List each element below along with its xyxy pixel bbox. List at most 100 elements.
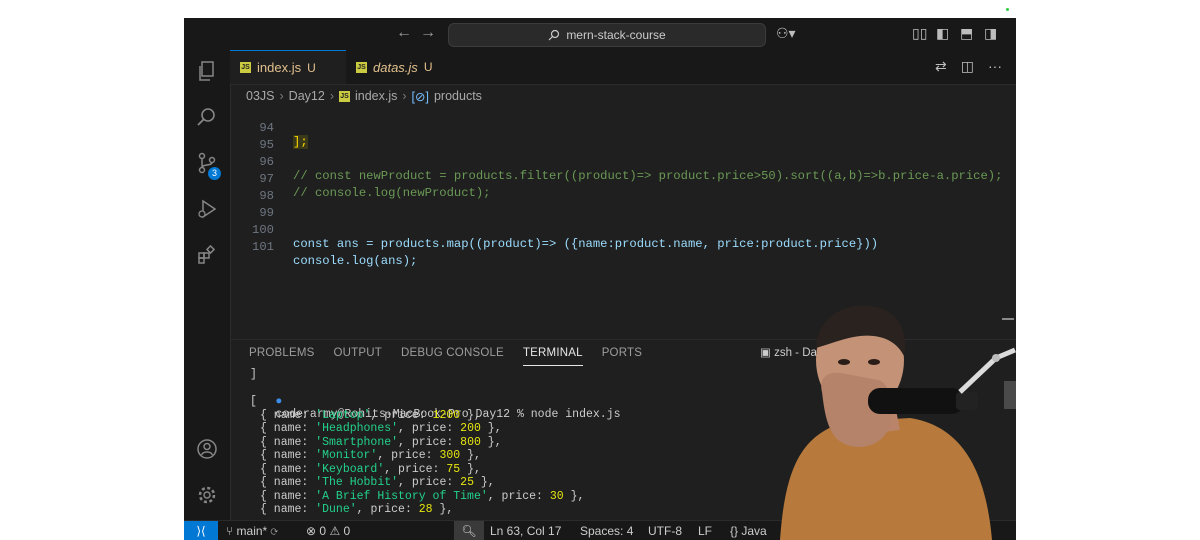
remote-indicator-icon[interactable]: ⟩⟨	[184, 521, 218, 540]
code-line: 95	[230, 124, 274, 152]
search-icon[interactable]	[195, 106, 219, 130]
arrow-right-icon[interactable]: →	[420, 24, 436, 42]
more-actions-icon[interactable]: ···	[988, 58, 1002, 75]
account-icon[interactable]	[195, 438, 219, 462]
problems-indicator[interactable]: ⊗ 0 ⚠ 0	[306, 524, 350, 538]
code-line: 98	[230, 175, 274, 203]
compare-changes-icon[interactable]: ⇄	[935, 58, 947, 75]
terminal-text: , price:	[370, 408, 433, 422]
terminal-text: },	[460, 449, 481, 462]
activity-bar: 3	[184, 50, 231, 520]
tab-label: index.js	[257, 60, 302, 75]
javascript-file-icon: JS	[356, 61, 367, 73]
chevron-right-icon: ›	[279, 89, 284, 103]
terminal-number: 200	[460, 422, 481, 435]
terminal-output[interactable]: ] ● coderarmy@Rohits-MacBook-Pro Day12 %…	[234, 368, 794, 520]
terminal-text: },	[563, 489, 585, 503]
terminal-string: 'A Brief History of Time'	[315, 489, 488, 503]
terminal-number: 75	[446, 462, 461, 476]
tab-debug-console[interactable]: DEBUG CONSOLE	[401, 340, 504, 366]
warning-icon: ⚠	[329, 524, 341, 538]
editor-actions: ⇄ ◫ ···	[935, 58, 1002, 75]
terminal-text: , price:	[384, 462, 447, 476]
terminal-string: 'Headphones'	[315, 422, 399, 435]
code-text: // const newProduct = products.filter((p…	[293, 169, 1003, 183]
breadcrumb-file[interactable]: index.js	[355, 89, 397, 103]
terminal-text: },	[432, 503, 454, 516]
terminal-text: { name:	[260, 435, 316, 449]
git-branch-icon: ⑂	[226, 524, 234, 538]
terminal-line: { name: 'The Hobbit', price: 25 },	[260, 476, 495, 489]
terminal-line: { name: 'A Brief History of Time', price…	[260, 490, 584, 503]
extensions-icon[interactable]	[195, 244, 219, 268]
toggle-panel-icon[interactable]: ⬒	[960, 25, 973, 42]
terminal-line: { name: 'Keyboard', price: 75 },	[260, 463, 481, 476]
branch-name: main*	[236, 524, 268, 538]
terminal-text: },	[460, 408, 481, 422]
code-text: console.log(ans);	[293, 254, 418, 268]
terminal-text: { name:	[260, 422, 316, 435]
tab-output[interactable]: OUTPUT	[334, 340, 382, 366]
webcam-overlay	[780, 305, 1016, 540]
breadcrumb-folder[interactable]: Day12	[289, 89, 325, 103]
tab-datas-js[interactable]: JS datas.js U	[346, 50, 456, 84]
javascript-file-icon: JS	[240, 62, 251, 73]
terminal-string: 'Dune'	[315, 503, 357, 516]
terminal-text: { name:	[260, 476, 316, 489]
title-bar: ← → mern-stack-course ⚇▾ ▯▯ ◧ ⬒ ◨	[184, 18, 1016, 51]
terminal-text: { name:	[260, 408, 316, 422]
chevron-right-icon: ›	[329, 89, 334, 103]
terminal-text: , price:	[356, 503, 419, 516]
variable-icon: [⊘]	[411, 89, 429, 104]
command-status-dot: ●	[275, 394, 283, 408]
run-debug-icon[interactable]	[195, 198, 219, 222]
code-line: 94 ];	[230, 107, 308, 149]
code-text: ];	[293, 135, 308, 149]
copilot-icon[interactable]: ⚇▾	[776, 25, 796, 42]
encoding[interactable]: UTF-8	[648, 524, 682, 538]
terminal-text: },	[480, 435, 502, 449]
breadcrumb-symbol[interactable]: products	[434, 89, 482, 103]
workspace-name: mern-stack-course	[566, 28, 666, 42]
untracked-badge: U	[307, 60, 316, 75]
terminal-text: },	[460, 462, 481, 476]
terminal-text: , price:	[377, 449, 440, 462]
breadcrumb-folder[interactable]: 03JS	[246, 89, 275, 103]
line-number: 101	[252, 240, 274, 254]
command-center-search[interactable]: mern-stack-course	[448, 23, 766, 47]
warning-count: 0	[343, 524, 351, 538]
branch-indicator[interactable]: ⑂ main* ⟳	[226, 524, 278, 538]
breadcrumb: 03JS › Day12 › JS index.js › [⊘] product…	[246, 87, 482, 105]
toggle-sidebar-icon[interactable]: ◧	[936, 25, 949, 42]
arrow-left-icon[interactable]: ←	[396, 24, 412, 42]
terminal-number: 300	[439, 449, 461, 462]
zoom-icon[interactable]: 🔍︎	[454, 521, 484, 540]
tab-problems[interactable]: PROBLEMS	[249, 340, 315, 366]
explorer-icon[interactable]	[195, 60, 219, 84]
terminal-text: { name:	[260, 449, 316, 462]
error-count: 0	[319, 524, 327, 538]
customize-layout-icon[interactable]: ▯▯	[912, 25, 927, 42]
terminal-line: ● coderarmy@Rohits-MacBook-Pro Day12 % n…	[234, 382, 620, 421]
indentation[interactable]: Spaces: 4	[580, 524, 633, 538]
line-ending[interactable]: LF	[698, 524, 712, 538]
cursor-position[interactable]: Ln 63, Col 17	[490, 524, 561, 538]
recording-dot	[1006, 8, 1009, 11]
terminal-line: { name: 'Dune', price: 28 },	[260, 503, 453, 516]
gear-icon[interactable]	[195, 484, 219, 508]
terminal-text: , price:	[398, 422, 461, 435]
split-editor-icon[interactable]: ◫	[961, 58, 974, 75]
code-line: 99	[230, 192, 274, 220]
tab-terminal[interactable]: TERMINAL	[522, 340, 583, 366]
terminal-line: { name: 'Laptop', price: 1200 },	[260, 409, 481, 422]
terminal-line: { name: 'Monitor', price: 300 },	[260, 449, 481, 462]
terminal-line: [	[250, 395, 257, 408]
tab-ports[interactable]: PORTS	[602, 340, 642, 366]
code-text: // console.log(newProduct);	[293, 186, 491, 200]
toggle-secondary-sidebar-icon[interactable]: ◨	[984, 25, 997, 42]
terminal-text: },	[480, 422, 502, 435]
code-line: 101 console.log(ans);	[230, 226, 417, 268]
javascript-file-icon: JS	[338, 90, 350, 102]
tab-index-js[interactable]: JS index.js U	[230, 50, 346, 84]
sync-icon: ⟳	[270, 524, 278, 538]
